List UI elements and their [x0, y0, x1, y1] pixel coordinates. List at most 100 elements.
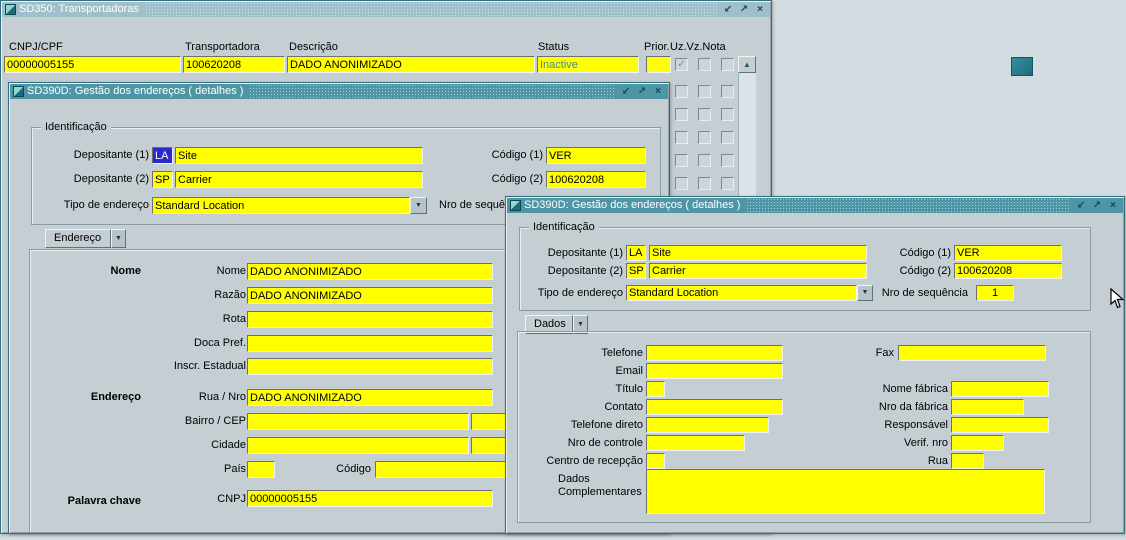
uz-checkbox[interactable]: [675, 131, 688, 144]
minimize-button[interactable]: ↙: [721, 4, 735, 16]
depositante1-name-field[interactable]: Site: [649, 245, 867, 261]
mouse-cursor: [1110, 288, 1125, 310]
rua-nro-field[interactable]: DADO ANONIMIZADO: [247, 389, 493, 406]
minimize-button[interactable]: ↙: [619, 86, 633, 98]
column-header-transportadora: Transportadora: [185, 41, 260, 54]
window-enderecos-front: SD390D: Gestão dos endereços ( detalhes …: [505, 196, 1125, 534]
centro-recepcao-field[interactable]: [646, 453, 665, 469]
descricao-field[interactable]: DADO ANONIMIZADO: [287, 56, 535, 73]
tab-endereco[interactable]: Endereço: [45, 229, 111, 248]
telefone-field[interactable]: [646, 345, 783, 361]
vz-checkbox[interactable]: [698, 131, 711, 144]
window-title: SD350: Transportadoras: [19, 2, 145, 17]
razao-field[interactable]: DADO ANONIMIZADO: [247, 287, 493, 304]
rua-field[interactable]: [951, 453, 984, 469]
prior-field[interactable]: [646, 56, 671, 73]
column-header-descricao: Descrição: [289, 41, 338, 54]
telefone-direto-field[interactable]: [646, 417, 769, 433]
close-button[interactable]: ×: [651, 86, 665, 98]
titlebar-enderecos-front[interactable]: SD390D: Gestão dos endereços ( detalhes …: [507, 198, 1123, 213]
depositante1-name-field[interactable]: Site: [175, 147, 423, 164]
telefone-direto-label: Telefone direto: [521, 419, 643, 432]
cnpj-field[interactable]: 00000005155: [247, 490, 493, 507]
email-field[interactable]: [646, 363, 783, 379]
uz-checkbox[interactable]: [675, 85, 688, 98]
tab-list-button[interactable]: ▼: [111, 229, 126, 248]
nro-sequencia-field[interactable]: 1: [976, 285, 1014, 301]
doca-pref-field[interactable]: [247, 335, 493, 352]
bairro-field[interactable]: [247, 413, 469, 430]
verif-nro-field[interactable]: [951, 435, 1004, 451]
groupbox-legend: Identificação: [529, 221, 599, 234]
titlebar-transportadoras[interactable]: SD350: Transportadoras ↙ ↗ ×: [2, 2, 770, 17]
depositante2-code-field[interactable]: SP: [152, 171, 173, 188]
vz-checkbox[interactable]: [698, 108, 711, 121]
cidade-field[interactable]: [247, 437, 469, 454]
depositante2-code-field[interactable]: SP: [626, 263, 646, 279]
codigo1-field[interactable]: VER: [546, 147, 646, 164]
vz-checkbox[interactable]: [698, 58, 711, 71]
inscr-estadual-field[interactable]: [247, 358, 493, 375]
codigo2-field[interactable]: 100620208: [954, 263, 1062, 279]
depositante1-code-field[interactable]: LA: [626, 245, 646, 261]
maximize-button[interactable]: ↗: [1090, 200, 1104, 212]
centro-recepcao-label: Centro de recepção: [521, 455, 643, 468]
email-label: Email: [521, 365, 643, 378]
chevron-down-icon: ▼: [415, 202, 422, 209]
codigo1-field[interactable]: VER: [954, 245, 1062, 261]
responsavel-field[interactable]: [951, 417, 1049, 433]
column-header-cnpj: CNPJ/CPF: [9, 41, 63, 54]
pais-field[interactable]: [247, 461, 275, 478]
contato-field[interactable]: [646, 399, 783, 415]
tipo-endereco-dropdown-button[interactable]: ▼: [857, 285, 873, 301]
tipo-endereco-dropdown-button[interactable]: ▼: [410, 197, 427, 214]
titlebar-pattern: [249, 84, 616, 99]
dados-complementares-field[interactable]: [646, 469, 1045, 514]
nota-checkbox[interactable]: [721, 58, 734, 71]
nota-checkbox[interactable]: [721, 85, 734, 98]
depositante2-name-field[interactable]: Carrier: [175, 171, 423, 188]
titulo-field[interactable]: [646, 381, 665, 397]
vz-checkbox[interactable]: [698, 85, 711, 98]
nota-checkbox[interactable]: [721, 177, 734, 190]
tipo-endereco-field[interactable]: Standard Location: [152, 197, 410, 214]
dados-complementares-label: Dados Complementares: [558, 473, 646, 499]
maximize-button[interactable]: ↗: [737, 4, 751, 16]
nome-fabrica-field[interactable]: [951, 381, 1049, 397]
uz-checkbox[interactable]: ✓: [675, 58, 688, 71]
maximize-button[interactable]: ↗: [635, 86, 649, 98]
nota-checkbox[interactable]: [721, 131, 734, 144]
transportadora-field[interactable]: 100620208: [183, 56, 285, 73]
vz-checkbox[interactable]: [698, 154, 711, 167]
responsavel-label: Responsável: [818, 419, 948, 432]
minimize-button[interactable]: ↙: [1074, 200, 1088, 212]
nro-controle-field[interactable]: [646, 435, 745, 451]
codigo2-field[interactable]: 100620208: [546, 171, 646, 188]
titulo-label: Título: [521, 383, 643, 396]
nro-fabrica-field[interactable]: [951, 399, 1024, 415]
uz-checkbox[interactable]: [675, 154, 688, 167]
chevron-down-icon: ▼: [577, 321, 584, 328]
tipo-endereco-field[interactable]: Standard Location: [626, 285, 857, 301]
tipo-endereco-label: Tipo de endereço: [39, 199, 149, 212]
nome-field[interactable]: DADO ANONIMIZADO: [247, 263, 493, 280]
codigo-field[interactable]: [375, 461, 509, 478]
fax-field[interactable]: [898, 345, 1046, 361]
status-field[interactable]: Inactive: [537, 56, 639, 73]
window-icon: [5, 4, 16, 15]
nota-checkbox[interactable]: [721, 154, 734, 167]
depositante2-name-field[interactable]: Carrier: [649, 263, 867, 279]
cnpj-field[interactable]: 00000005155: [4, 56, 181, 73]
close-button[interactable]: ×: [753, 4, 767, 16]
close-button[interactable]: ×: [1106, 200, 1120, 212]
depositante1-code-field[interactable]: LA: [152, 147, 173, 164]
nota-checkbox[interactable]: [721, 108, 734, 121]
column-header-uz-vz-nota: Uz.Vz.Nota: [670, 41, 726, 54]
uz-checkbox[interactable]: [675, 177, 688, 190]
vz-checkbox[interactable]: [698, 177, 711, 190]
uz-checkbox[interactable]: [675, 108, 688, 121]
titlebar-enderecos-back[interactable]: SD390D: Gestão dos endereços ( detalhes …: [10, 84, 668, 99]
scroll-up-button[interactable]: ▲: [738, 56, 756, 73]
verif-nro-label: Verif. nro: [818, 437, 948, 450]
rota-field[interactable]: [247, 311, 493, 328]
